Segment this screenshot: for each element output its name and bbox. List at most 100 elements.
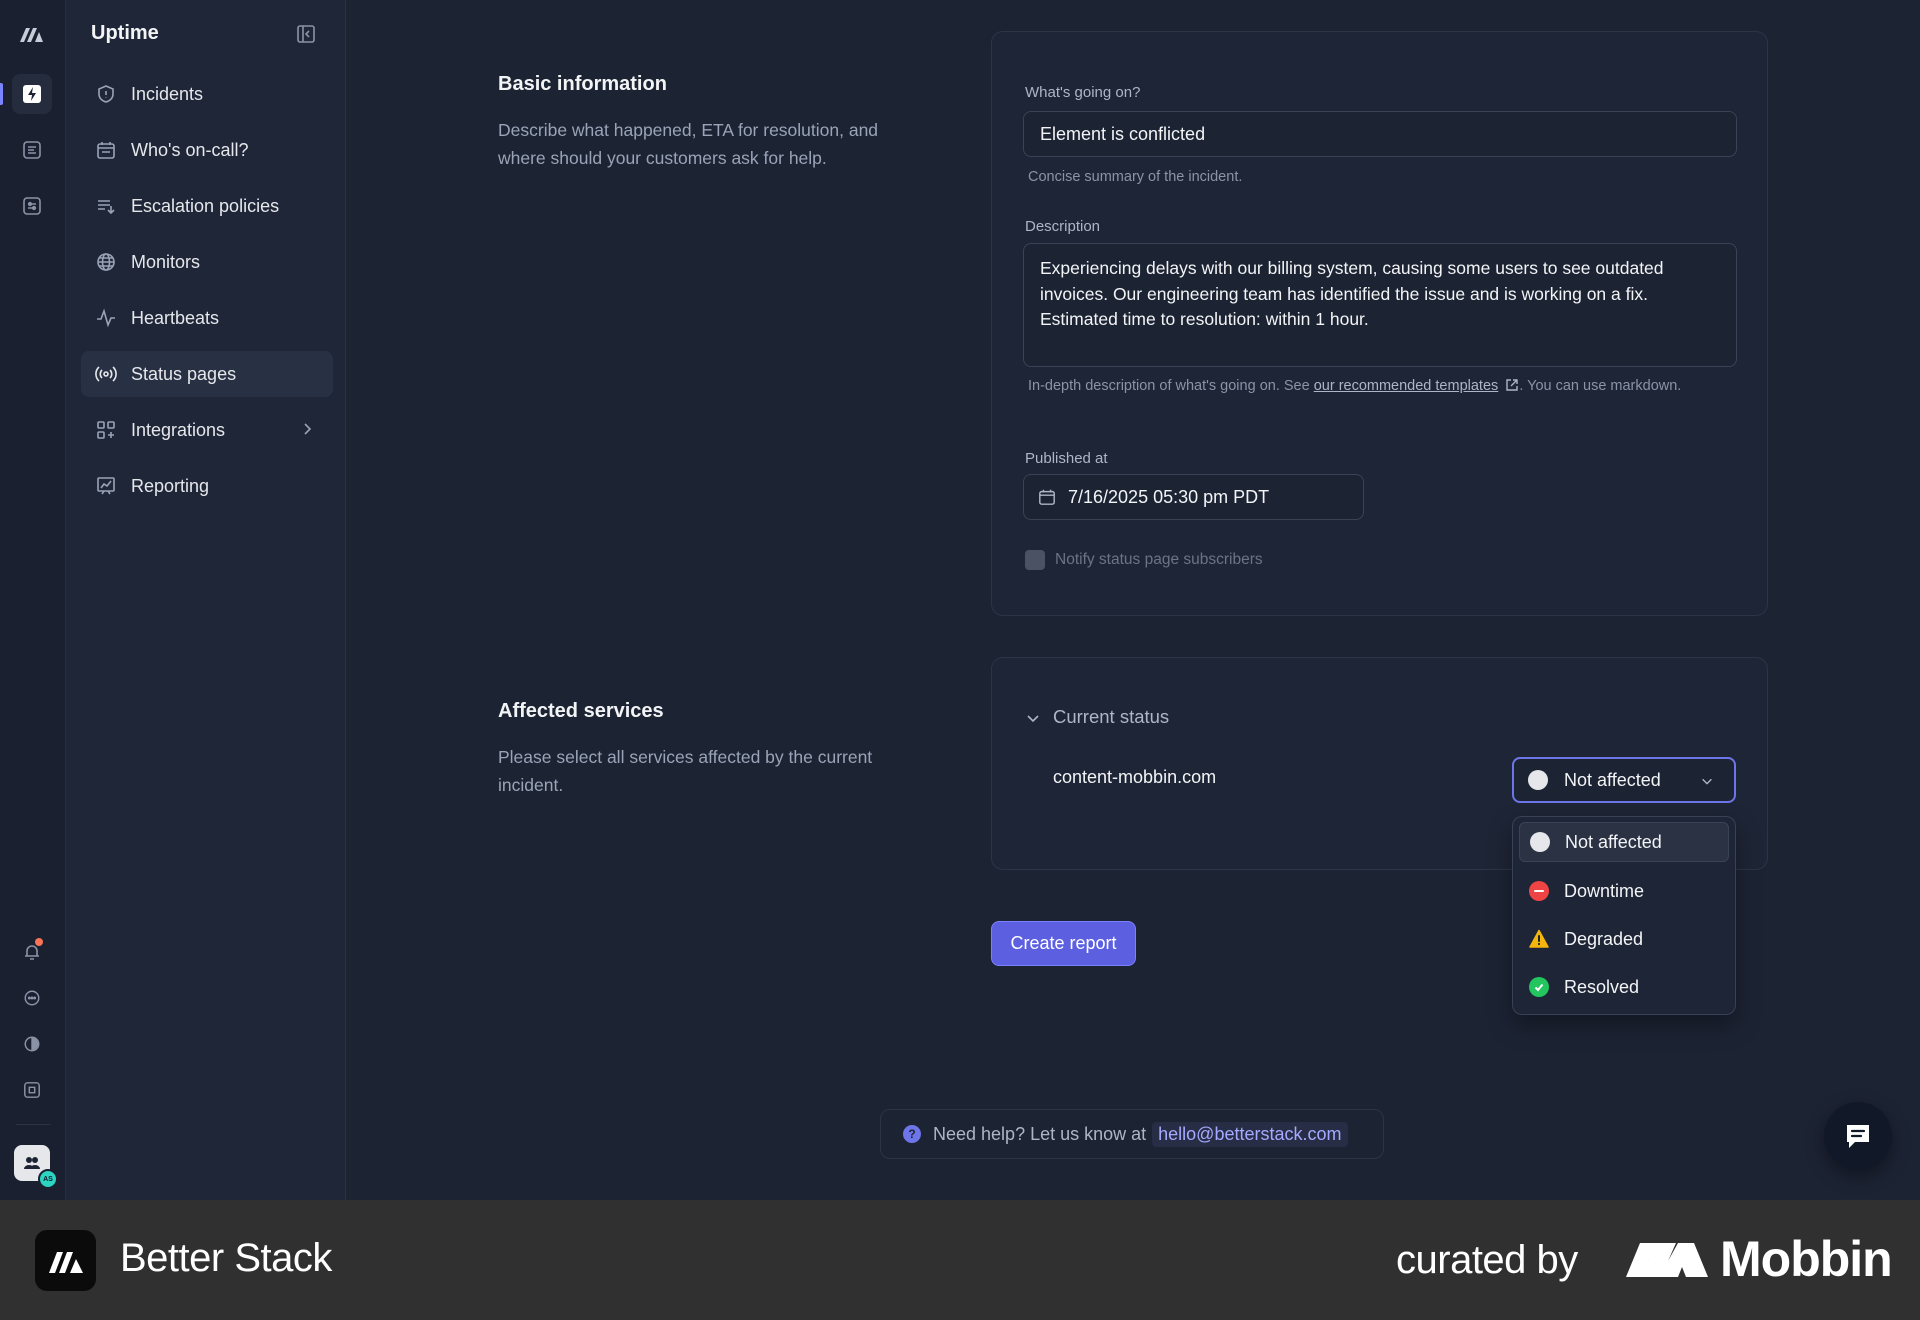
broadcast-icon (95, 363, 117, 385)
sidebar-item-label: Heartbeats (131, 307, 220, 328)
sidebar-item-label: Who's on-call? (131, 139, 249, 160)
basic-info-card: What's going on? Element is conflicted C… (991, 31, 1768, 616)
sidebar-item-reporting[interactable]: Reporting (81, 463, 333, 509)
published-value: 7/16/2025 05:30 pm PDT (1068, 486, 1270, 507)
sidebar-item-integrations[interactable]: Integrations (81, 407, 333, 453)
theme-toggle-icon[interactable] (12, 1024, 52, 1064)
team-avatar[interactable]: AS (14, 1145, 58, 1189)
mobbin-banner: Better Stack curated by Mobbin (0, 1200, 1920, 1320)
globe-icon (95, 251, 117, 273)
icon-rail: AS (0, 0, 66, 1200)
help-text: Need help? Let us know at (933, 1123, 1147, 1144)
chat-bubble-icon (1847, 1125, 1869, 1148)
help-box: ? Need help? Let us know at hello@better… (880, 1109, 1384, 1159)
status-option-downtime[interactable]: Downtime (1519, 871, 1729, 911)
sidebar-item-heartbeats[interactable]: Heartbeats (81, 295, 333, 341)
calendar-icon (95, 139, 117, 161)
affected-services-title: Affected services (498, 700, 664, 722)
status-option-label: Downtime (1564, 880, 1645, 901)
sidebar-item-label: Status pages (131, 363, 237, 384)
user-initials-badge: AS (38, 1169, 58, 1189)
minus-circle-icon (1529, 881, 1549, 901)
sidebar: Uptime Incidents Who's on-call? Escalati… (66, 0, 346, 1200)
mobbin-name: Mobbin (1720, 1231, 1893, 1287)
mobbin-logo: Mobbin (1626, 1230, 1893, 1288)
curated-by-text: curated by (1396, 1238, 1578, 1282)
current-status-toggle[interactable]: Current status (1053, 706, 1169, 728)
summary-help: Concise summary of the incident. (1028, 169, 1243, 185)
sidebar-item-incidents[interactable]: Incidents (81, 71, 333, 117)
pulse-icon (95, 307, 117, 329)
status-option-label: Degraded (1564, 928, 1644, 949)
summary-value: Element is conflicted (1040, 123, 1206, 144)
basic-info-description: Describe what happened, ETA for resoluti… (498, 120, 879, 168)
status-option-not-affected[interactable]: Not affected (1519, 822, 1729, 862)
sidebar-item-label: Integrations (131, 419, 226, 440)
better-stack-logo (35, 1230, 96, 1291)
list-arrow-icon (95, 195, 117, 217)
status-option-label: Resolved (1564, 976, 1640, 997)
chat-widget-button[interactable] (1824, 1102, 1892, 1170)
notify-subscribers-label: Notify status page subscribers (1055, 551, 1263, 568)
published-date-input[interactable]: 7/16/2025 05:30 pm PDT (1023, 474, 1364, 520)
create-report-button[interactable]: Create report (991, 921, 1136, 966)
recommended-templates-link[interactable]: our recommended templates (1314, 378, 1499, 394)
status-select[interactable]: Not affected (1512, 757, 1736, 803)
mobbin-mark-icon (1626, 1243, 1708, 1277)
affected-services-description: Please select all services affected by t… (498, 747, 873, 795)
calendar-icon (1039, 489, 1055, 505)
description-help-prefix: In-depth description of what's going on.… (1028, 378, 1314, 394)
description-label: Description (1025, 218, 1101, 235)
summary-label: What's going on? (1025, 84, 1141, 101)
warning-triangle-icon (1529, 929, 1549, 948)
sidebar-item-label: Monitors (131, 251, 201, 272)
notify-subscribers-checkbox[interactable] (1025, 550, 1045, 570)
sidebar-item-escalation-policies[interactable]: Escalation policies (81, 183, 333, 229)
status-dropdown: Not affected Downtime Degraded Resolved (1512, 816, 1736, 1015)
sidebar-item-monitors[interactable]: Monitors (81, 239, 333, 285)
published-label: Published at (1025, 450, 1108, 467)
sidebar-item-status-pages[interactable]: Status pages (81, 351, 333, 397)
description-help: In-depth description of what's going on.… (1028, 376, 1718, 396)
notification-dot (35, 938, 43, 946)
question-icon: ? (903, 1125, 921, 1143)
chart-board-icon (95, 475, 117, 497)
chevron-right-icon (299, 421, 315, 437)
rail-divider (16, 1124, 50, 1125)
chevron-down-icon (1702, 778, 1712, 785)
circle-white-icon (1530, 832, 1550, 852)
status-option-resolved[interactable]: Resolved (1519, 967, 1729, 1007)
help-email-link[interactable]: hello@betterstack.com (1152, 1121, 1348, 1147)
sidebar-item-on-call[interactable]: Who's on-call? (81, 127, 333, 173)
sidebar-nav: Incidents Who's on-call? Escalation poli… (81, 71, 333, 519)
dashboard-icon[interactable] (12, 186, 52, 226)
logs-icon[interactable] (12, 130, 52, 170)
sidebar-item-label: Escalation policies (131, 195, 280, 216)
collapse-sidebar-icon[interactable] (296, 24, 316, 44)
shield-icon (95, 83, 117, 105)
notifications-bell-icon[interactable] (12, 932, 52, 972)
external-link-icon (1506, 379, 1519, 391)
description-textarea[interactable]: Experiencing delays with our billing sys… (1023, 243, 1737, 367)
description-help-suffix: . You can use markdown. (1519, 378, 1682, 394)
grid-plus-icon (95, 419, 117, 441)
sidebar-item-label: Incidents (131, 83, 204, 104)
basic-info-title: Basic information (498, 73, 667, 95)
sidebar-item-label: Reporting (131, 475, 210, 496)
status-option-degraded[interactable]: Degraded (1519, 919, 1729, 959)
description-value: Experiencing delays with our billing sys… (1040, 258, 1664, 329)
better-stack-logo-icon[interactable] (12, 14, 52, 54)
check-circle-icon (1529, 977, 1549, 997)
rail-active-indicator (0, 83, 3, 105)
service-name: content-mobbin.com (1053, 767, 1217, 787)
brand-name: Better Stack (120, 1236, 332, 1280)
chevron-down-icon[interactable] (1025, 710, 1041, 726)
uptime-bolt-icon[interactable] (12, 74, 52, 114)
status-option-label: Not affected (1565, 831, 1662, 852)
status-select-value: Not affected (1564, 769, 1661, 790)
chat-bubble-icon[interactable] (12, 978, 52, 1018)
summary-input[interactable]: Element is conflicted (1023, 111, 1737, 157)
command-icon[interactable] (12, 1070, 52, 1110)
app-title: Uptime (91, 22, 159, 44)
circle-white-icon (1528, 770, 1548, 790)
